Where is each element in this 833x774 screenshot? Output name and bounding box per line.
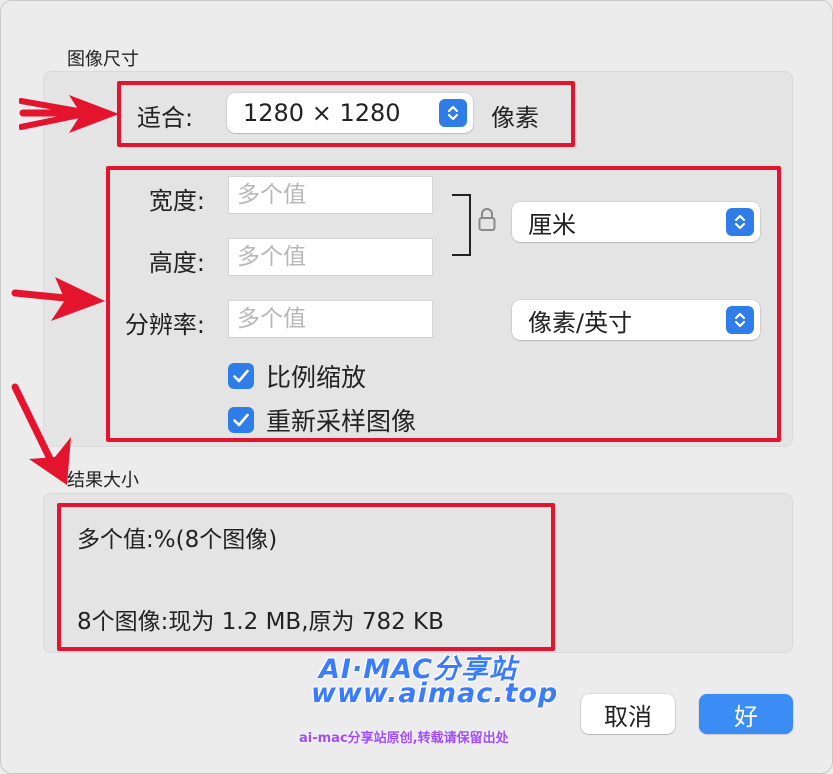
scale-proportionally-label: 比例缩放 (266, 363, 367, 392)
width-field[interactable] (228, 176, 433, 214)
checkmark-icon (233, 369, 249, 383)
result-line-1: 多个值:%(8个图像) (77, 527, 278, 553)
result-line-2: 8个图像:现为 1.2 MB,原为 782 KB (77, 609, 444, 635)
resample-image-checkbox[interactable] (228, 407, 254, 433)
lock-icon[interactable] (477, 207, 497, 237)
resample-image-row[interactable]: 重新采样图像 (228, 402, 416, 438)
scale-proportionally-row[interactable]: 比例缩放 (228, 358, 366, 394)
fit-stepper-icon (439, 99, 467, 127)
arrow-icon (11, 383, 71, 485)
resolution-unit-select[interactable]: 像素/英寸 (512, 300, 760, 340)
cancel-button[interactable]: 取消 (581, 694, 675, 734)
height-input[interactable] (229, 239, 432, 275)
image-size-title: 图像尺寸 (67, 49, 139, 70)
resolution-field[interactable] (228, 300, 433, 338)
arrow-icon (11, 277, 105, 321)
height-label: 高度: (148, 249, 205, 277)
ok-button[interactable]: 好 (699, 694, 793, 734)
fit-select-value: 1280 × 1280 (243, 99, 401, 127)
resolution-label: 分辨率: (124, 311, 205, 339)
fit-unit-label: 像素 (491, 104, 539, 132)
lock-bracket (452, 194, 471, 256)
fit-label: 适合: (137, 104, 194, 132)
fit-select[interactable]: 1280 × 1280 (227, 93, 473, 133)
resolution-unit-value: 像素/英寸 (528, 308, 633, 337)
watermark-url: www.aimac.top (311, 678, 559, 709)
size-unit-value: 厘米 (528, 210, 576, 239)
image-size-dialog: 图像尺寸 适合: 1280 × 1280 像素 宽度: 高度: 厘米 分辨率: (0, 0, 833, 774)
size-unit-select[interactable]: 厘米 (512, 202, 760, 242)
resolution-unit-stepper-icon (726, 306, 754, 334)
width-input[interactable] (229, 177, 432, 213)
scale-proportionally-checkbox[interactable] (228, 363, 254, 389)
arrow-icon (19, 95, 119, 133)
watermark-note: ai-mac分享站原创,转载请保留出处 (299, 731, 509, 746)
size-unit-stepper-icon (726, 208, 754, 236)
resample-image-label: 重新采样图像 (266, 407, 417, 436)
width-label: 宽度: (148, 187, 205, 215)
checkmark-icon (233, 413, 249, 427)
height-field[interactable] (228, 238, 433, 276)
resolution-input[interactable] (229, 301, 432, 337)
